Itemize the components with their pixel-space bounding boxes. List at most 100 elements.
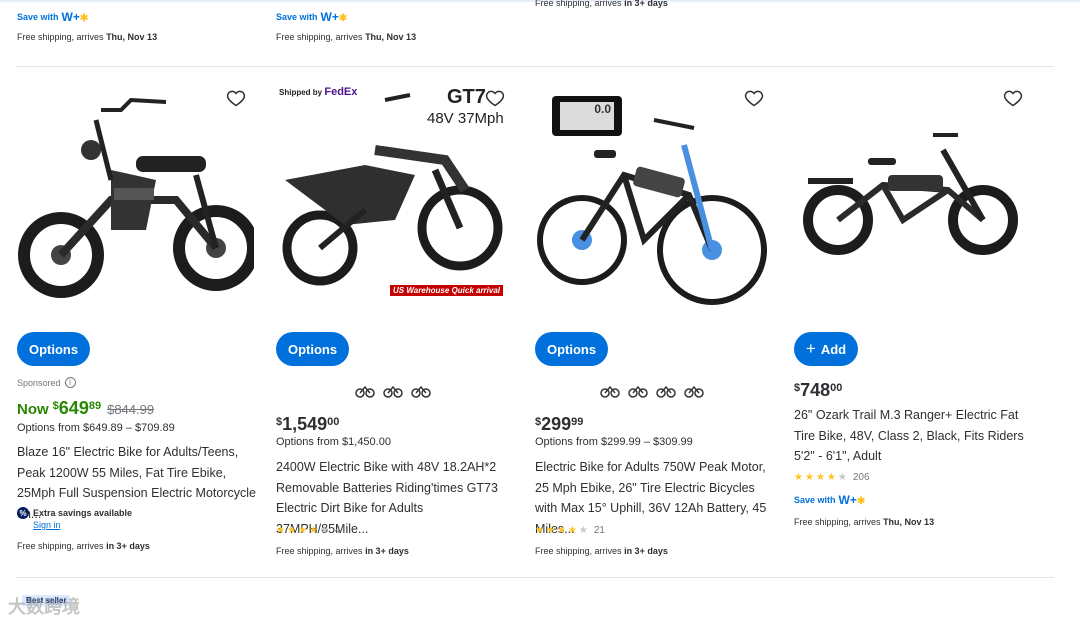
walmart-plus-label: W+ [320,10,339,24]
shipping-info: Free shipping, arrives in 3+ days [535,0,668,8]
review-count: 206 [852,472,870,483]
product-card[interactable]: + Add $ 748 00 26" Ozark Trail M.3 Ranger… [793,80,1033,527]
next-row-preview: Best seller 大数跨境 [0,585,1080,625]
product-image[interactable] [16,80,254,320]
review-count: 4 [334,525,341,536]
variant-swatch[interactable] [600,380,620,400]
review-count: 21 [593,525,605,536]
shipping-date: Thu, Nov 13 [106,32,158,42]
prev-card-3-footer: Free shipping, arrives in 3+ days [535,0,668,8]
fat-tire-ebike-image [803,133,1018,255]
rating: ★ ★ ★ ★ ★ 4 [276,525,340,536]
variant-swatch[interactable] [656,380,676,400]
product-title[interactable]: 26" Ozark Trail M.3 Ranger+ Electric Fat… [794,405,1034,467]
price: $ 1,549 00 [276,414,339,435]
product-card[interactable]: Shipped by FedEx GT7 48V 37Mph US Wareho… [275,80,515,556]
add-to-cart-button[interactable]: + Add [794,332,858,366]
price: Now $ 649 89 $844.99 [17,398,154,419]
shipping-prefix: Free shipping, arrives [535,0,622,8]
row-divider [16,577,1054,578]
price-cents: 00 [830,382,843,394]
prev-card-1-footer: Save with W+✱ Free shipping, arrives Thu… [17,10,157,42]
save-with-label: Save with [794,495,836,505]
product-card[interactable]: Options Sponsored i Now $ 649 89 $844.99 … [16,80,256,551]
save-with-walmart-plus: Save with W+✱ [794,493,865,507]
price-main: 649 [58,398,89,418]
shipping-date: in 3+ days [624,546,668,556]
star-icon: ★ [276,525,285,536]
info-icon[interactable]: i [64,377,76,388]
shipping-info: Free shipping, arrives Thu, Nov 13 [794,517,934,527]
shipping-date: in 3+ days [106,541,150,551]
star-icon: ★ [804,472,814,483]
shipping-date: in 3+ days [365,546,409,556]
ebike-image [18,97,254,298]
options-from: Options from $649.89 – $709.89 [17,422,175,434]
options-from: Options from $1,450.00 [276,436,391,448]
options-button[interactable]: Options [276,332,349,366]
ebike-image [537,118,767,305]
star-icon: ★ [535,525,544,536]
options-button[interactable]: Options [535,332,608,366]
price-main: 1,549 [282,414,328,434]
variant-swatch[interactable] [411,380,431,400]
star-icon: ★ [297,525,307,536]
save-with-label: Save with [276,12,318,22]
variant-swatches[interactable] [600,380,704,400]
heart-icon[interactable] [485,88,505,108]
product-image[interactable] [793,80,1031,320]
shipping-date: in 3+ days [624,0,668,8]
watermark: 大数跨境 [8,597,80,617]
shipping-prefix: Free shipping, arrives [794,517,881,527]
savings-icon: % [17,507,29,519]
star-icon: ★ [815,472,825,483]
heart-icon[interactable] [744,88,764,108]
product-card[interactable]: 0.0 Options $ 299 99 Options from $299.9… [534,80,774,556]
variant-swatch[interactable] [684,380,704,400]
was-price: $844.99 [107,402,155,417]
walmart-plus-icon: W+✱ [320,10,348,24]
plus-icon: + [805,339,816,358]
price-main: 748 [800,380,831,400]
shipping-prefix: Free shipping, arrives [17,32,104,42]
previous-row-footer: Save with W+✱ Free shipping, arrives Thu… [0,0,1080,66]
price-cents: 00 [327,416,340,428]
star-icon: ★ [567,525,577,536]
walmart-plus-icon: W+✱ [838,493,866,507]
heart-icon[interactable] [1003,88,1023,108]
heart-icon[interactable] [226,88,246,108]
warehouse-banner: US Warehouse Quick arrival [390,285,504,296]
row-divider [16,66,1054,67]
price-cents: 99 [571,416,584,428]
walmart-plus-label: W+ [61,10,80,24]
walmart-plus-label: W+ [838,493,857,507]
price: $ 299 99 [535,414,583,435]
variant-swatch[interactable] [383,380,403,400]
dirt-bike-image [282,93,503,286]
shipping-info: Free shipping, arrives Thu, Nov 13 [17,32,157,42]
shipping-date: Thu, Nov 13 [365,32,417,42]
variant-swatches[interactable] [355,380,431,400]
prev-card-2-footer: Save with W+✱ Free shipping, arrives Thu… [276,10,416,42]
star-empty-icon: ★ [837,472,847,483]
shipping-info: Free shipping, arrives Thu, Nov 13 [276,32,416,42]
star-half-icon: ★ [308,525,318,536]
sign-in-link[interactable]: Sign in [33,520,61,530]
shipping-prefix: Free shipping, arrives [276,32,363,42]
now-label: Now [17,401,49,418]
sponsored-text: Sponsored [17,377,61,388]
rating: ★ ★ ★ ★ ★ 21 [535,525,605,536]
options-from: Options from $299.99 – $309.99 [535,436,693,448]
shipping-prefix: Free shipping, arrives [17,541,104,551]
price: $ 748 00 [794,380,842,401]
star-icon: ★ [286,525,296,536]
variant-swatch[interactable] [355,380,375,400]
save-with-label: Save with [17,12,59,22]
shipping-info: Free shipping, arrives in 3+ days [17,541,150,551]
variant-swatch[interactable] [628,380,648,400]
shipping-date: Thu, Nov 13 [883,517,935,527]
product-image[interactable]: 0.0 [534,80,772,320]
star-icon: ★ [545,525,555,536]
product-image[interactable]: Shipped by FedEx GT7 48V 37Mph US Wareho… [275,80,513,320]
options-button[interactable]: Options [17,332,90,366]
